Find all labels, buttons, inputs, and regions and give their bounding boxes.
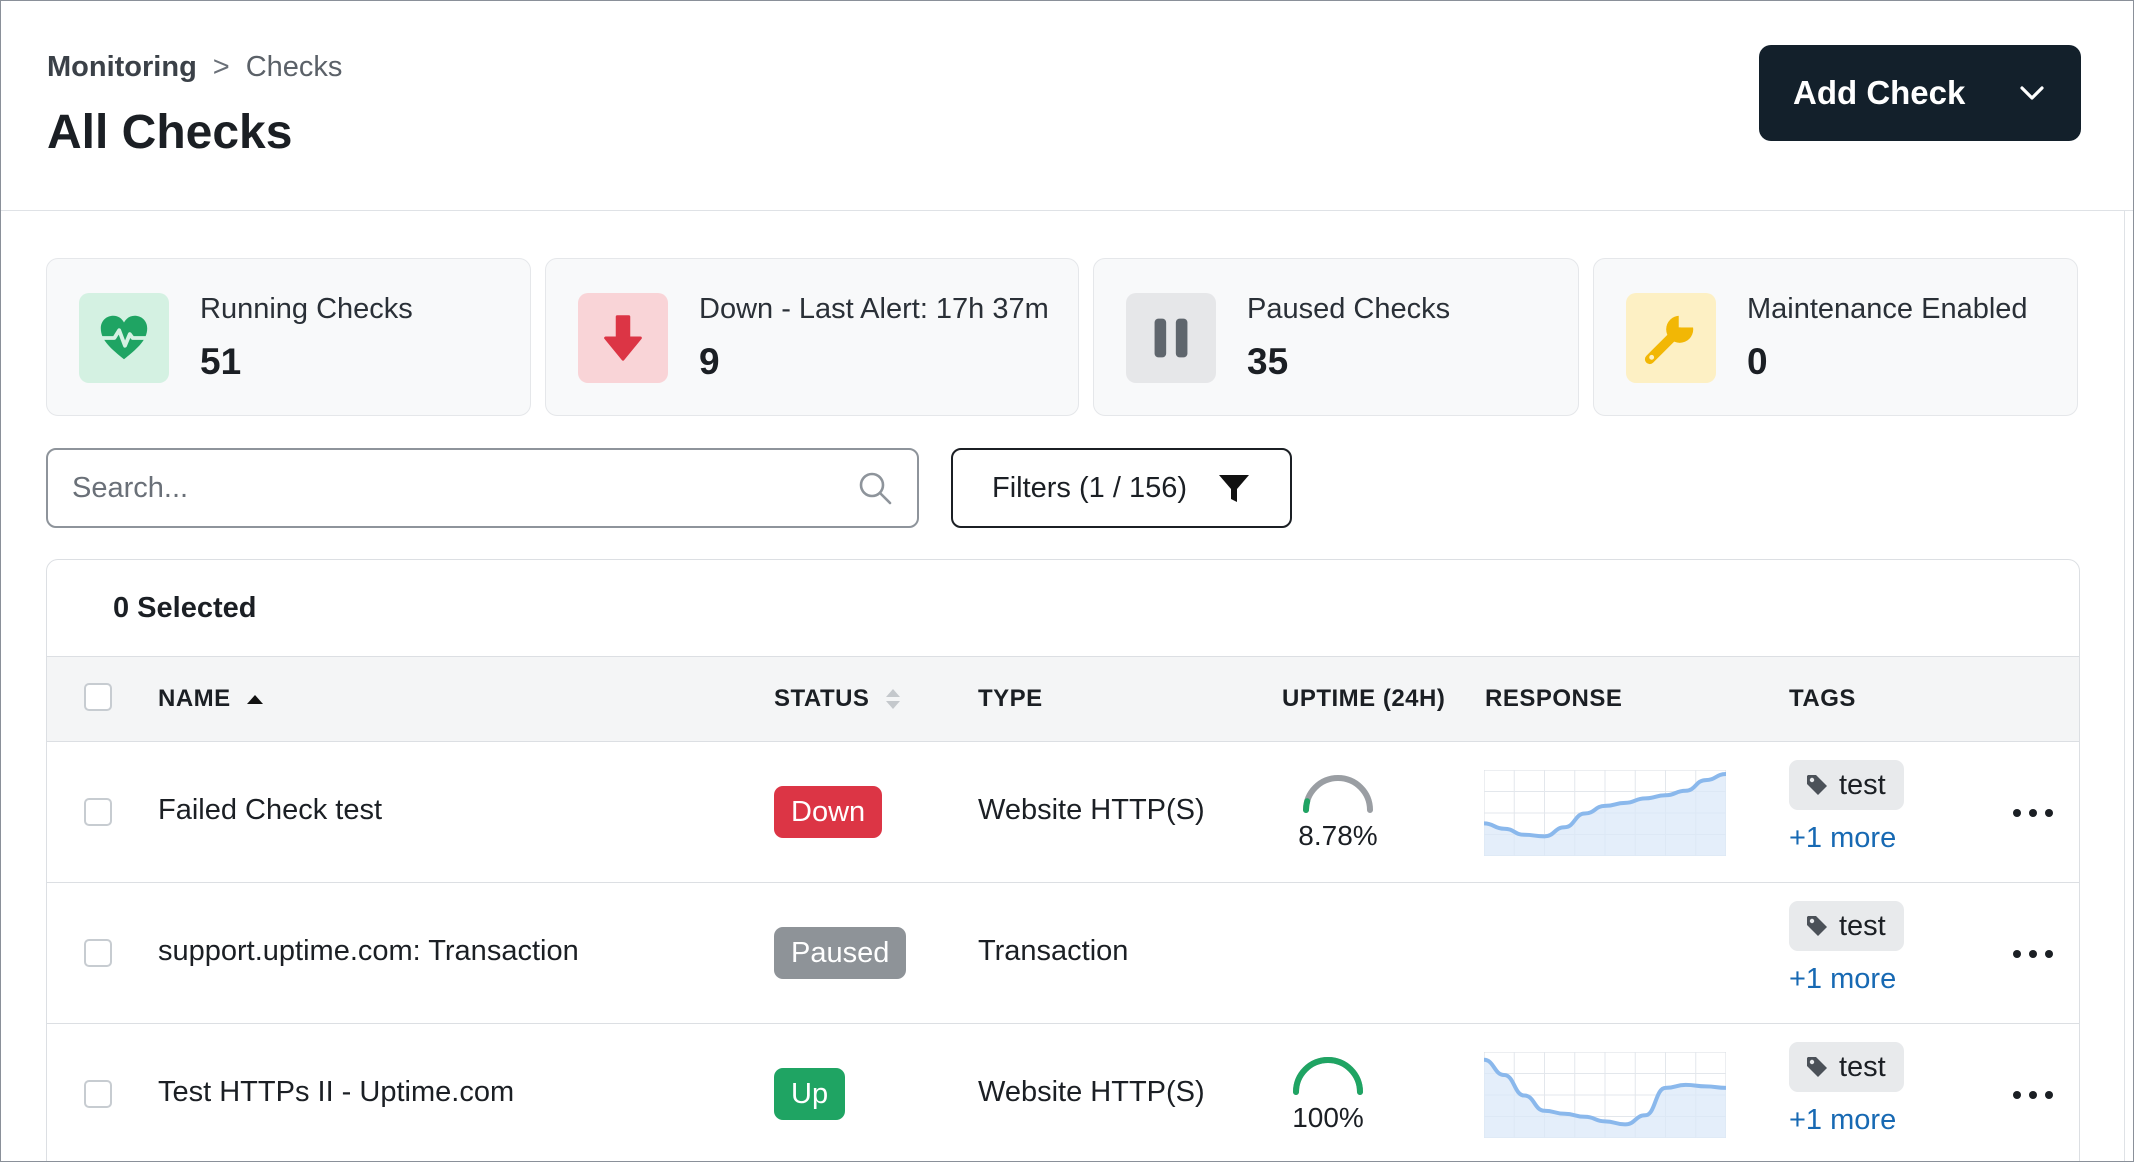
column-status-label: STATUS xyxy=(774,685,870,712)
tag-icon xyxy=(1807,916,1827,936)
chevron-down-icon xyxy=(2020,86,2044,100)
stat-card-running[interactable]: Running Checks 51 xyxy=(46,258,531,416)
select-all-checkbox[interactable] xyxy=(84,683,112,711)
scroll-gutter xyxy=(2124,210,2133,1161)
tag-label: test xyxy=(1839,768,1886,801)
page-title: All Checks xyxy=(47,106,293,159)
check-name[interactable]: Test HTTPs II - Uptime.com xyxy=(158,1076,514,1109)
column-header-type: TYPE xyxy=(978,657,1043,741)
stats-row: Running Checks 51 Down - Last Alert: 17h… xyxy=(46,258,2078,416)
stat-value: 51 xyxy=(200,341,242,382)
stat-value: 9 xyxy=(699,341,720,382)
stat-icon-box xyxy=(1626,293,1716,383)
arrow-down-icon xyxy=(604,315,642,361)
tag-icon xyxy=(1807,1057,1827,1077)
breadcrumb-monitoring-link[interactable]: Monitoring xyxy=(47,51,197,84)
tag-label: test xyxy=(1839,909,1886,942)
breadcrumb-separator: > xyxy=(212,51,230,83)
filters-label: Filters xyxy=(991,471,1071,504)
stat-icon-box xyxy=(1126,293,1216,383)
stat-label: Running Checks xyxy=(200,293,413,325)
stat-label: Maintenance Enabled xyxy=(1747,293,2028,325)
row-actions-icon[interactable] xyxy=(2013,944,2053,964)
uptime-gauge: 8.78% xyxy=(1283,772,1393,862)
table-row[interactable]: Failed Check test Down Website HTTP(S) 8… xyxy=(47,742,2079,883)
check-name[interactable]: Failed Check test xyxy=(158,794,382,827)
tag-chip[interactable]: test xyxy=(1789,901,1904,951)
stat-value: 35 xyxy=(1247,341,1289,382)
more-tags-link[interactable]: +1 more xyxy=(1789,1104,1896,1137)
sort-asc-icon xyxy=(246,695,263,704)
column-header-status[interactable]: STATUS xyxy=(774,657,903,741)
stat-card-down[interactable]: Down - Last Alert: 17h 37m 9 xyxy=(545,258,1079,416)
column-header-uptime: UPTIME (24H) xyxy=(1282,657,1445,741)
search-box xyxy=(46,448,919,528)
status-badge: Down xyxy=(774,786,883,838)
column-header-name[interactable]: NAME xyxy=(158,657,265,741)
table-row[interactable]: Test HTTPs II - Uptime.com Up Website HT… xyxy=(47,1024,2079,1161)
column-type-label: TYPE xyxy=(978,685,1043,712)
column-tags-label: TAGS xyxy=(1789,685,1856,712)
filters-count: (1 / 156) xyxy=(1079,471,1187,504)
column-header-response: RESPONSE xyxy=(1485,657,1622,741)
tag-chip[interactable]: test xyxy=(1789,1042,1904,1092)
stat-card-paused[interactable]: Paused Checks 35 xyxy=(1093,258,1579,416)
row-checkbox[interactable] xyxy=(84,1080,112,1108)
column-name-label: NAME xyxy=(158,685,231,712)
table-row[interactable]: support.uptime.com: Transaction Paused T… xyxy=(47,883,2079,1024)
breadcrumb-current: Checks xyxy=(245,51,343,83)
stat-label: Paused Checks xyxy=(1247,293,1451,325)
row-checkbox[interactable] xyxy=(84,798,112,826)
uptime-gauge-arc xyxy=(1293,1057,1363,1095)
response-sparkline xyxy=(1484,770,1726,856)
sort-icon xyxy=(886,689,901,709)
status-badge: Paused xyxy=(774,927,907,979)
more-tags-link[interactable]: +1 more xyxy=(1789,963,1896,996)
checks-table: 0 Selected NAME STATUS TYPE UPTIME (24H)… xyxy=(46,559,2080,1161)
column-header-tags: TAGS xyxy=(1789,657,1856,741)
tag-chip[interactable]: test xyxy=(1789,760,1904,810)
stat-card-maintenance[interactable]: Maintenance Enabled 0 xyxy=(1593,258,2078,416)
stat-value: 0 xyxy=(1747,341,1768,382)
wrench-icon xyxy=(1644,311,1699,365)
stat-icon-box xyxy=(79,293,169,383)
page-header: Monitoring > Checks All Checks Add Check xyxy=(1,1,2133,211)
column-uptime-label: UPTIME (24H) xyxy=(1282,685,1446,712)
stat-label: Down - Last Alert: 17h 37m xyxy=(699,293,1049,325)
uptime-value: 100% xyxy=(1292,1102,1364,1133)
pause-icon xyxy=(1154,318,1188,358)
tag-icon xyxy=(1807,775,1827,795)
stat-icon-box xyxy=(578,293,668,383)
check-type: Transaction xyxy=(978,935,1129,967)
table-header: NAME STATUS TYPE UPTIME (24H) RESPONSE T… xyxy=(47,657,2079,742)
add-check-button[interactable]: Add Check xyxy=(1759,45,2081,141)
uptime-gauge-arc xyxy=(1303,775,1373,813)
selected-count: 0 Selected xyxy=(113,591,257,624)
check-type: Website HTTP(S) xyxy=(978,794,1205,826)
uptime-gauge: 100% xyxy=(1273,1054,1383,1144)
status-badge: Up xyxy=(774,1068,846,1120)
funnel-icon xyxy=(1219,475,1249,502)
check-type: Website HTTP(S) xyxy=(978,1076,1205,1108)
uptime-value: 8.78% xyxy=(1298,820,1378,851)
tag-label: test xyxy=(1839,1050,1886,1083)
row-actions-icon[interactable] xyxy=(2013,1085,2053,1105)
heartbeat-icon xyxy=(96,315,152,360)
row-actions-icon[interactable] xyxy=(2013,803,2053,823)
filters-button[interactable]: Filters (1 / 156) xyxy=(951,448,1292,528)
selection-bar: 0 Selected xyxy=(47,560,2079,657)
add-check-label: Add Check xyxy=(1793,74,1966,111)
search-icon[interactable] xyxy=(857,470,893,506)
response-sparkline xyxy=(1484,1052,1726,1138)
checks-page: Monitoring > Checks All Checks Add Check… xyxy=(0,0,2134,1162)
more-tags-link[interactable]: +1 more xyxy=(1789,822,1896,855)
row-checkbox[interactable] xyxy=(84,939,112,967)
column-response-label: RESPONSE xyxy=(1485,685,1623,712)
check-name[interactable]: support.uptime.com: Transaction xyxy=(158,935,579,968)
breadcrumb: Monitoring > Checks xyxy=(47,51,342,84)
search-input[interactable] xyxy=(48,450,856,526)
filters-text: Filters (1 / 156) xyxy=(992,472,1187,505)
